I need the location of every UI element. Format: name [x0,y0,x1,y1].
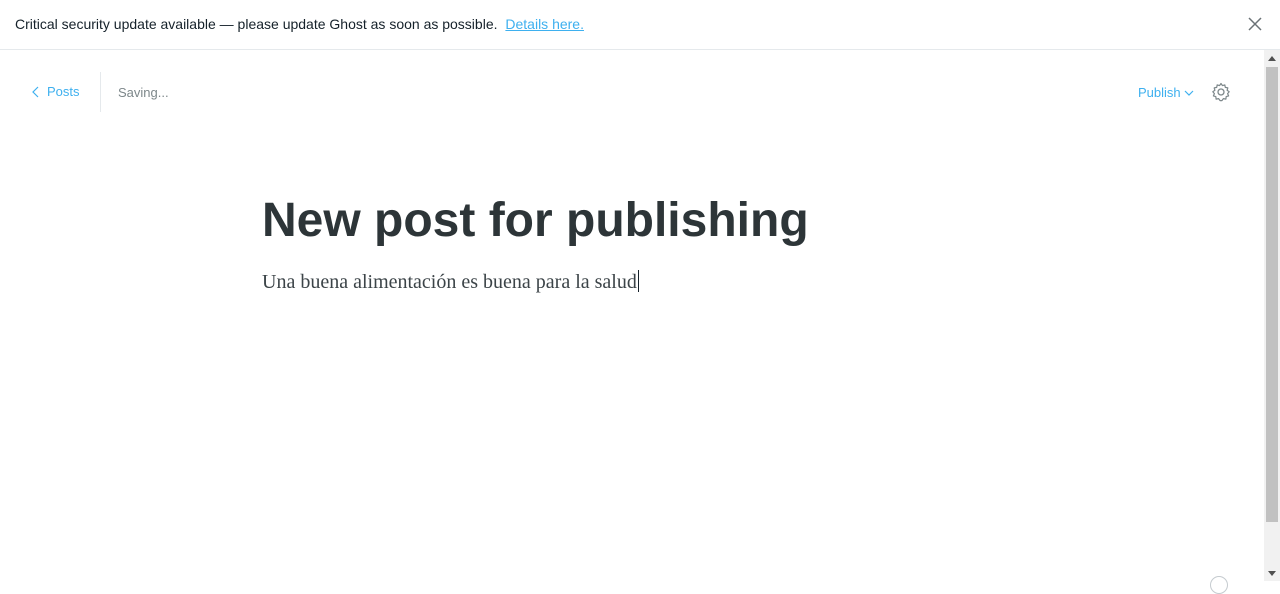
back-link-label: Posts [47,84,80,99]
security-alert-banner: Critical security update available — ple… [0,0,1280,50]
scrollbar-thumb[interactable] [1266,67,1278,522]
chevron-down-icon [1184,90,1194,96]
alert-message-container: Critical security update available — ple… [15,16,584,32]
save-status: Saving... [118,85,169,100]
post-body-editor[interactable]: Una buena alimentación es buena para la … [262,268,639,296]
publish-menu-button[interactable]: Publish [1138,85,1194,100]
chevron-left-icon [32,86,39,97]
text-caret [637,270,639,292]
post-title-input[interactable]: New post for publishing [262,192,809,250]
publish-label: Publish [1138,85,1181,100]
help-icon[interactable] [1210,576,1228,594]
gear-icon[interactable] [1211,82,1231,102]
scroll-up-arrow-icon[interactable] [1264,50,1280,66]
header-divider [100,72,101,112]
back-to-posts-link[interactable]: Posts [32,84,80,99]
vertical-scrollbar[interactable] [1264,50,1280,581]
alert-message: Critical security update available — ple… [15,16,498,32]
close-icon[interactable] [1246,15,1264,33]
scroll-down-arrow-icon[interactable] [1264,565,1280,581]
alert-details-link[interactable]: Details here. [505,16,584,32]
post-body-text: Una buena alimentación es buena para la … [262,271,637,293]
editor-header: Posts Saving... Publish [0,50,1264,134]
